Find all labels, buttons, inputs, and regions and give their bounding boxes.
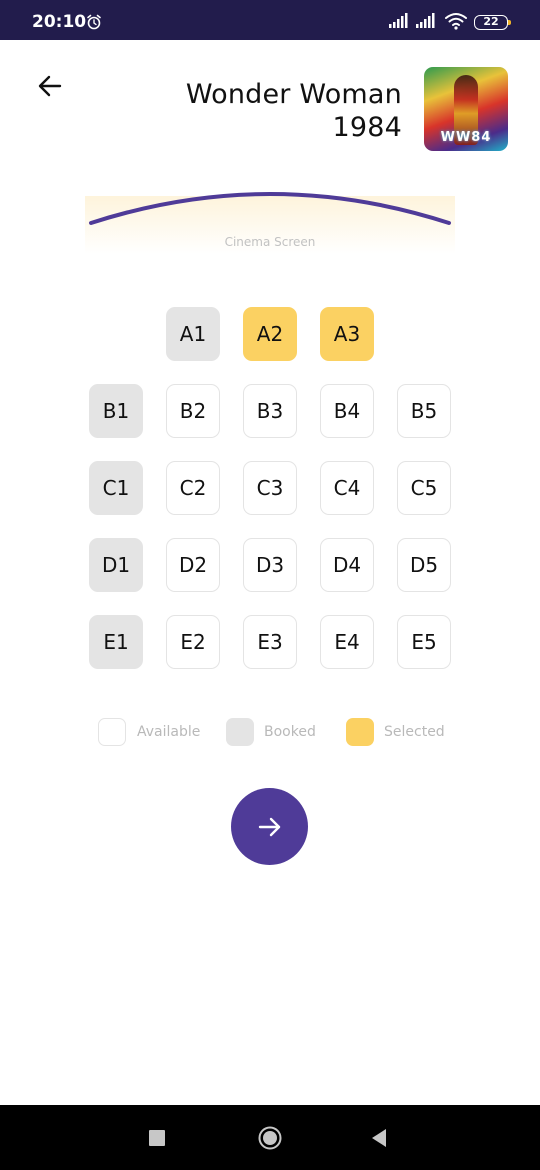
movie-title-line2: 1984 bbox=[332, 112, 402, 143]
back-button[interactable] bbox=[34, 70, 68, 102]
seat-e4[interactable]: E4 bbox=[320, 615, 374, 669]
seat-a1[interactable]: A1 bbox=[166, 307, 220, 361]
movie-title-line1: Wonder Woman bbox=[185, 79, 402, 110]
seat-d2[interactable]: D2 bbox=[166, 538, 220, 592]
home-icon[interactable] bbox=[258, 1126, 282, 1150]
next-button[interactable] bbox=[231, 788, 308, 865]
poster-text: WW84 bbox=[440, 130, 492, 145]
movie-title: Wonder Woman 1984 bbox=[142, 78, 402, 144]
wifi-icon bbox=[445, 13, 467, 30]
legend-selected-swatch bbox=[346, 718, 374, 746]
back-icon[interactable] bbox=[370, 1128, 388, 1148]
legend-selected-label: Selected bbox=[384, 724, 445, 740]
battery-icon: 22 bbox=[474, 15, 511, 30]
signal-icon bbox=[416, 13, 435, 28]
seat-e2[interactable]: E2 bbox=[166, 615, 220, 669]
seat-c4[interactable]: C4 bbox=[320, 461, 374, 515]
recents-icon[interactable] bbox=[149, 1130, 165, 1146]
alarm-icon bbox=[87, 14, 101, 30]
seat-a2[interactable]: A2 bbox=[243, 307, 297, 361]
screen-label: Cinema Screen bbox=[224, 235, 316, 249]
screen-curve bbox=[89, 192, 451, 225]
signal-icon bbox=[389, 13, 408, 28]
arrow-right-icon bbox=[258, 817, 280, 836]
legend-available-swatch bbox=[98, 718, 126, 746]
seat-d3[interactable]: D3 bbox=[243, 538, 297, 592]
seat-c3[interactable]: C3 bbox=[243, 461, 297, 515]
seat-b5[interactable]: B5 bbox=[397, 384, 451, 438]
seat-b1[interactable]: B1 bbox=[89, 384, 143, 438]
seat-d4[interactable]: D4 bbox=[320, 538, 374, 592]
seat-c5[interactable]: C5 bbox=[397, 461, 451, 515]
seat-a3[interactable]: A3 bbox=[320, 307, 374, 361]
legend-available-label: Available bbox=[137, 724, 201, 740]
nav-bar bbox=[0, 1105, 540, 1170]
seat-b3[interactable]: B3 bbox=[243, 384, 297, 438]
status-bar: 20:10 22 bbox=[0, 0, 540, 40]
legend-booked-label: Booked bbox=[264, 724, 316, 740]
movie-poster: WW84 bbox=[424, 67, 508, 151]
legend-booked-swatch bbox=[226, 718, 254, 746]
status-time: 20:10 bbox=[32, 12, 87, 32]
seat-d5[interactable]: D5 bbox=[397, 538, 451, 592]
seat-b4[interactable]: B4 bbox=[320, 384, 374, 438]
battery-level: 22 bbox=[483, 15, 499, 28]
seat-b2[interactable]: B2 bbox=[166, 384, 220, 438]
seat-e1[interactable]: E1 bbox=[89, 615, 143, 669]
seat-c2[interactable]: C2 bbox=[166, 461, 220, 515]
seat-d1[interactable]: D1 bbox=[89, 538, 143, 592]
seat-e5[interactable]: E5 bbox=[397, 615, 451, 669]
seat-e3[interactable]: E3 bbox=[243, 615, 297, 669]
arrow-left-icon bbox=[38, 75, 62, 97]
seat-c1[interactable]: C1 bbox=[89, 461, 143, 515]
